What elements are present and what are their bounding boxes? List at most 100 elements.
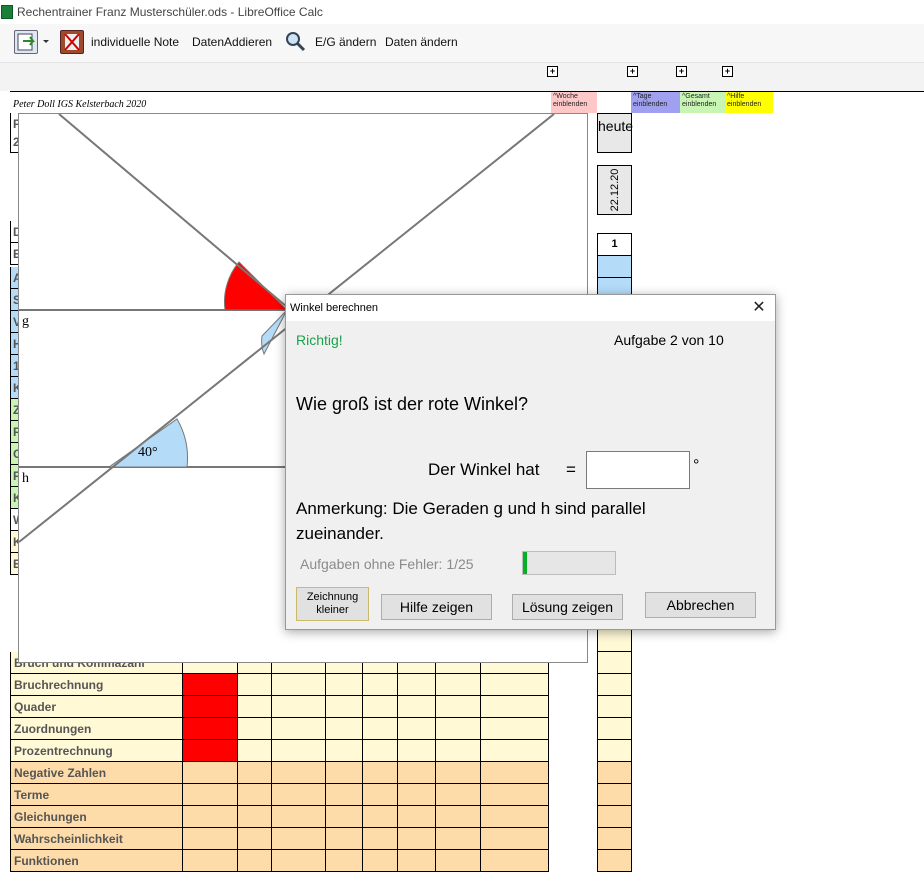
grade-cell[interactable] bbox=[436, 674, 481, 696]
grade-cell[interactable] bbox=[272, 828, 326, 850]
subject-label[interactable]: Bruchrechnung bbox=[10, 674, 183, 696]
grade-cell[interactable] bbox=[398, 762, 436, 784]
angle-answer-input[interactable] bbox=[586, 451, 690, 489]
grade-cell[interactable] bbox=[238, 696, 272, 718]
grade-cell[interactable] bbox=[363, 806, 398, 828]
grade-cell[interactable] bbox=[363, 674, 398, 696]
grade-cell[interactable] bbox=[436, 718, 481, 740]
daten-aendern-button[interactable]: Daten ändern bbox=[385, 35, 458, 49]
grade-cell[interactable] bbox=[398, 696, 436, 718]
hilfe-einblenden-cell[interactable]: ^Hilfe einblenden bbox=[725, 92, 773, 113]
grade-cell[interactable] bbox=[326, 674, 363, 696]
grade-cell[interactable] bbox=[436, 762, 481, 784]
grade-cell[interactable] bbox=[398, 718, 436, 740]
expand-hilfe-button[interactable]: + bbox=[722, 66, 733, 77]
grade-cell[interactable] bbox=[238, 828, 272, 850]
grade-cell[interactable] bbox=[398, 740, 436, 762]
grade-cell[interactable] bbox=[326, 718, 363, 740]
gesamt-einblenden-cell[interactable]: ^Gesamt einblenden bbox=[680, 92, 725, 113]
grade-cell[interactable] bbox=[238, 740, 272, 762]
grade-cell[interactable] bbox=[238, 674, 272, 696]
right-column-cell[interactable] bbox=[597, 806, 632, 828]
right-column-cell[interactable] bbox=[597, 718, 632, 740]
grade-cell[interactable] bbox=[398, 806, 436, 828]
abbrechen-button[interactable]: Abbrechen bbox=[645, 592, 756, 618]
grade-cell[interactable] bbox=[326, 784, 363, 806]
right-column-cell[interactable] bbox=[597, 740, 632, 762]
grade-cell[interactable] bbox=[481, 828, 549, 850]
grade-cell[interactable] bbox=[398, 850, 436, 872]
grade-cell[interactable] bbox=[326, 828, 363, 850]
subject-label[interactable]: Gleichungen bbox=[10, 806, 183, 828]
daten-addieren-button[interactable]: DatenAddieren bbox=[192, 35, 272, 49]
index-cell[interactable]: 1 bbox=[597, 233, 632, 256]
hilfe-zeigen-button[interactable]: Hilfe zeigen bbox=[381, 594, 492, 620]
grade-cell[interactable] bbox=[238, 718, 272, 740]
date-cell[interactable]: 22.12.20 bbox=[597, 165, 632, 215]
tage-einblenden-cell[interactable]: ^Tage einblenden bbox=[631, 92, 680, 113]
grade-cell[interactable] bbox=[436, 696, 481, 718]
grade-cell[interactable] bbox=[363, 718, 398, 740]
grade-cell[interactable] bbox=[183, 718, 238, 740]
expand-tage-button[interactable]: + bbox=[627, 66, 638, 77]
expand-gesamt-button[interactable]: + bbox=[676, 66, 687, 77]
right-column-cell[interactable] bbox=[597, 696, 632, 718]
grade-cell[interactable] bbox=[272, 696, 326, 718]
grade-cell[interactable] bbox=[238, 784, 272, 806]
grade-cell[interactable] bbox=[272, 718, 326, 740]
right-column-cell[interactable] bbox=[597, 652, 632, 674]
right-column-cell[interactable] bbox=[597, 630, 632, 652]
grade-cell[interactable] bbox=[183, 740, 238, 762]
grade-cell[interactable] bbox=[363, 696, 398, 718]
grade-cell[interactable] bbox=[481, 806, 549, 828]
grade-cell[interactable] bbox=[183, 806, 238, 828]
subject-label[interactable]: Zuordnungen bbox=[10, 718, 183, 740]
grade-cell[interactable] bbox=[238, 762, 272, 784]
dropdown-arrow-icon[interactable] bbox=[40, 30, 52, 52]
grade-cell[interactable] bbox=[436, 850, 481, 872]
right-blue-cell[interactable] bbox=[597, 256, 632, 278]
eg-aendern-button[interactable]: E/G ändern bbox=[315, 35, 376, 49]
grade-cell[interactable] bbox=[238, 806, 272, 828]
grade-cell[interactable] bbox=[326, 762, 363, 784]
grade-cell[interactable] bbox=[272, 784, 326, 806]
grade-cell[interactable] bbox=[272, 762, 326, 784]
subject-label[interactable]: Negative Zahlen bbox=[10, 762, 183, 784]
grade-cell[interactable] bbox=[272, 850, 326, 872]
grade-cell[interactable] bbox=[272, 806, 326, 828]
grade-cell[interactable] bbox=[481, 740, 549, 762]
grade-cell[interactable] bbox=[481, 850, 549, 872]
grade-cell[interactable] bbox=[326, 740, 363, 762]
grade-cell[interactable] bbox=[238, 850, 272, 872]
grade-cell[interactable] bbox=[183, 784, 238, 806]
expand-woche-button[interactable]: + bbox=[547, 66, 558, 77]
grade-cell[interactable] bbox=[436, 806, 481, 828]
grade-cell[interactable] bbox=[326, 696, 363, 718]
woche-einblenden-cell[interactable]: ^Woche einblenden bbox=[551, 92, 597, 113]
right-column-cell[interactable] bbox=[597, 674, 632, 696]
grade-cell[interactable] bbox=[183, 674, 238, 696]
grade-cell[interactable] bbox=[183, 828, 238, 850]
grade-cell[interactable] bbox=[363, 762, 398, 784]
grade-cell[interactable] bbox=[481, 674, 549, 696]
grade-cell[interactable] bbox=[326, 850, 363, 872]
grade-cell[interactable] bbox=[272, 674, 326, 696]
heute-cell[interactable]: heute bbox=[597, 113, 633, 153]
grade-cell[interactable] bbox=[272, 740, 326, 762]
individuelle-note-button[interactable]: individuelle Note bbox=[91, 35, 179, 49]
subject-label[interactable]: Quader bbox=[10, 696, 183, 718]
export-icon[interactable] bbox=[14, 30, 38, 54]
right-column-cell[interactable] bbox=[597, 762, 632, 784]
grade-cell[interactable] bbox=[183, 850, 238, 872]
grade-cell[interactable] bbox=[481, 696, 549, 718]
grade-cell[interactable] bbox=[481, 718, 549, 740]
grade-cell[interactable] bbox=[183, 696, 238, 718]
right-column-cell[interactable] bbox=[597, 850, 632, 872]
grade-cell[interactable] bbox=[481, 784, 549, 806]
grade-cell[interactable] bbox=[363, 740, 398, 762]
grade-cell[interactable] bbox=[436, 784, 481, 806]
right-column-cell[interactable] bbox=[597, 784, 632, 806]
grade-cell[interactable] bbox=[398, 674, 436, 696]
search-icon[interactable] bbox=[284, 30, 306, 52]
loesung-zeigen-button[interactable]: Lösung zeigen bbox=[512, 594, 623, 620]
